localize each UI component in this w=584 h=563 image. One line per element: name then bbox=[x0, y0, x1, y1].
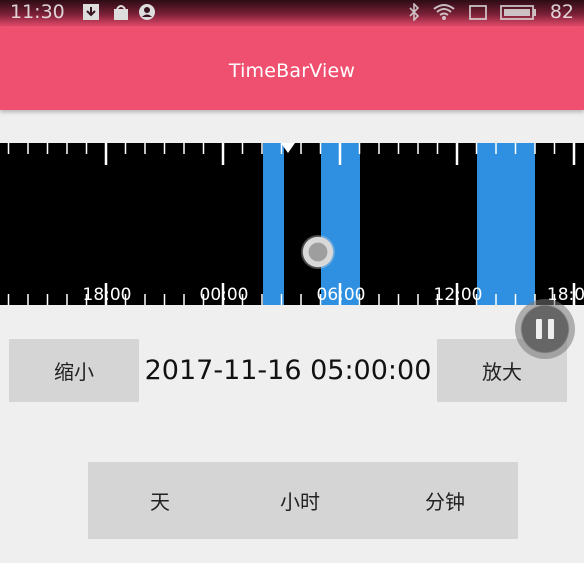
scale-mode-selector: 天 小时 分钟 bbox=[88, 462, 518, 539]
touch-indicator bbox=[301, 235, 335, 269]
time-bar-view[interactable]: 0018:0000:0006:0012:0018:0 bbox=[0, 143, 584, 305]
status-bar: 11:30 82 bbox=[0, 0, 584, 26]
download-icon bbox=[83, 4, 99, 20]
tick-label: 18:00 bbox=[83, 285, 132, 305]
mode-minute[interactable]: 分钟 bbox=[425, 486, 465, 515]
battery-level: 82 bbox=[549, 1, 574, 23]
wifi-icon bbox=[433, 4, 455, 20]
pause-icon-bar bbox=[548, 319, 554, 339]
app-title: TimeBarView bbox=[228, 60, 356, 82]
zoom-out-button[interactable]: 缩小 bbox=[9, 339, 139, 402]
account-icon bbox=[139, 4, 155, 20]
current-time-label: 2017-11-16 05:00:00 bbox=[144, 355, 432, 386]
tick-label: 06:00 bbox=[317, 285, 366, 305]
mode-hour[interactable]: 小时 bbox=[280, 486, 320, 515]
current-time-pointer bbox=[281, 143, 295, 153]
no-sim-icon bbox=[468, 5, 487, 20]
pause-icon bbox=[536, 319, 542, 339]
time-bar-canvas[interactable]: 0018:0000:0006:0012:0018:0 bbox=[0, 143, 584, 305]
battery-icon bbox=[499, 5, 536, 20]
bluetooth-icon bbox=[409, 3, 419, 21]
tick-label: 12:00 bbox=[434, 285, 483, 305]
tick-label: 00:00 bbox=[200, 285, 249, 305]
mode-day[interactable]: 天 bbox=[150, 486, 170, 515]
record-segment bbox=[321, 143, 360, 305]
shop-icon bbox=[114, 5, 128, 20]
app-bar: TimeBarView bbox=[0, 26, 584, 110]
status-time: 11:30 bbox=[10, 1, 65, 23]
pause-button[interactable] bbox=[515, 299, 575, 359]
record-segment bbox=[263, 143, 284, 305]
record-segment bbox=[477, 143, 535, 305]
status-right: 82 bbox=[408, 1, 574, 23]
